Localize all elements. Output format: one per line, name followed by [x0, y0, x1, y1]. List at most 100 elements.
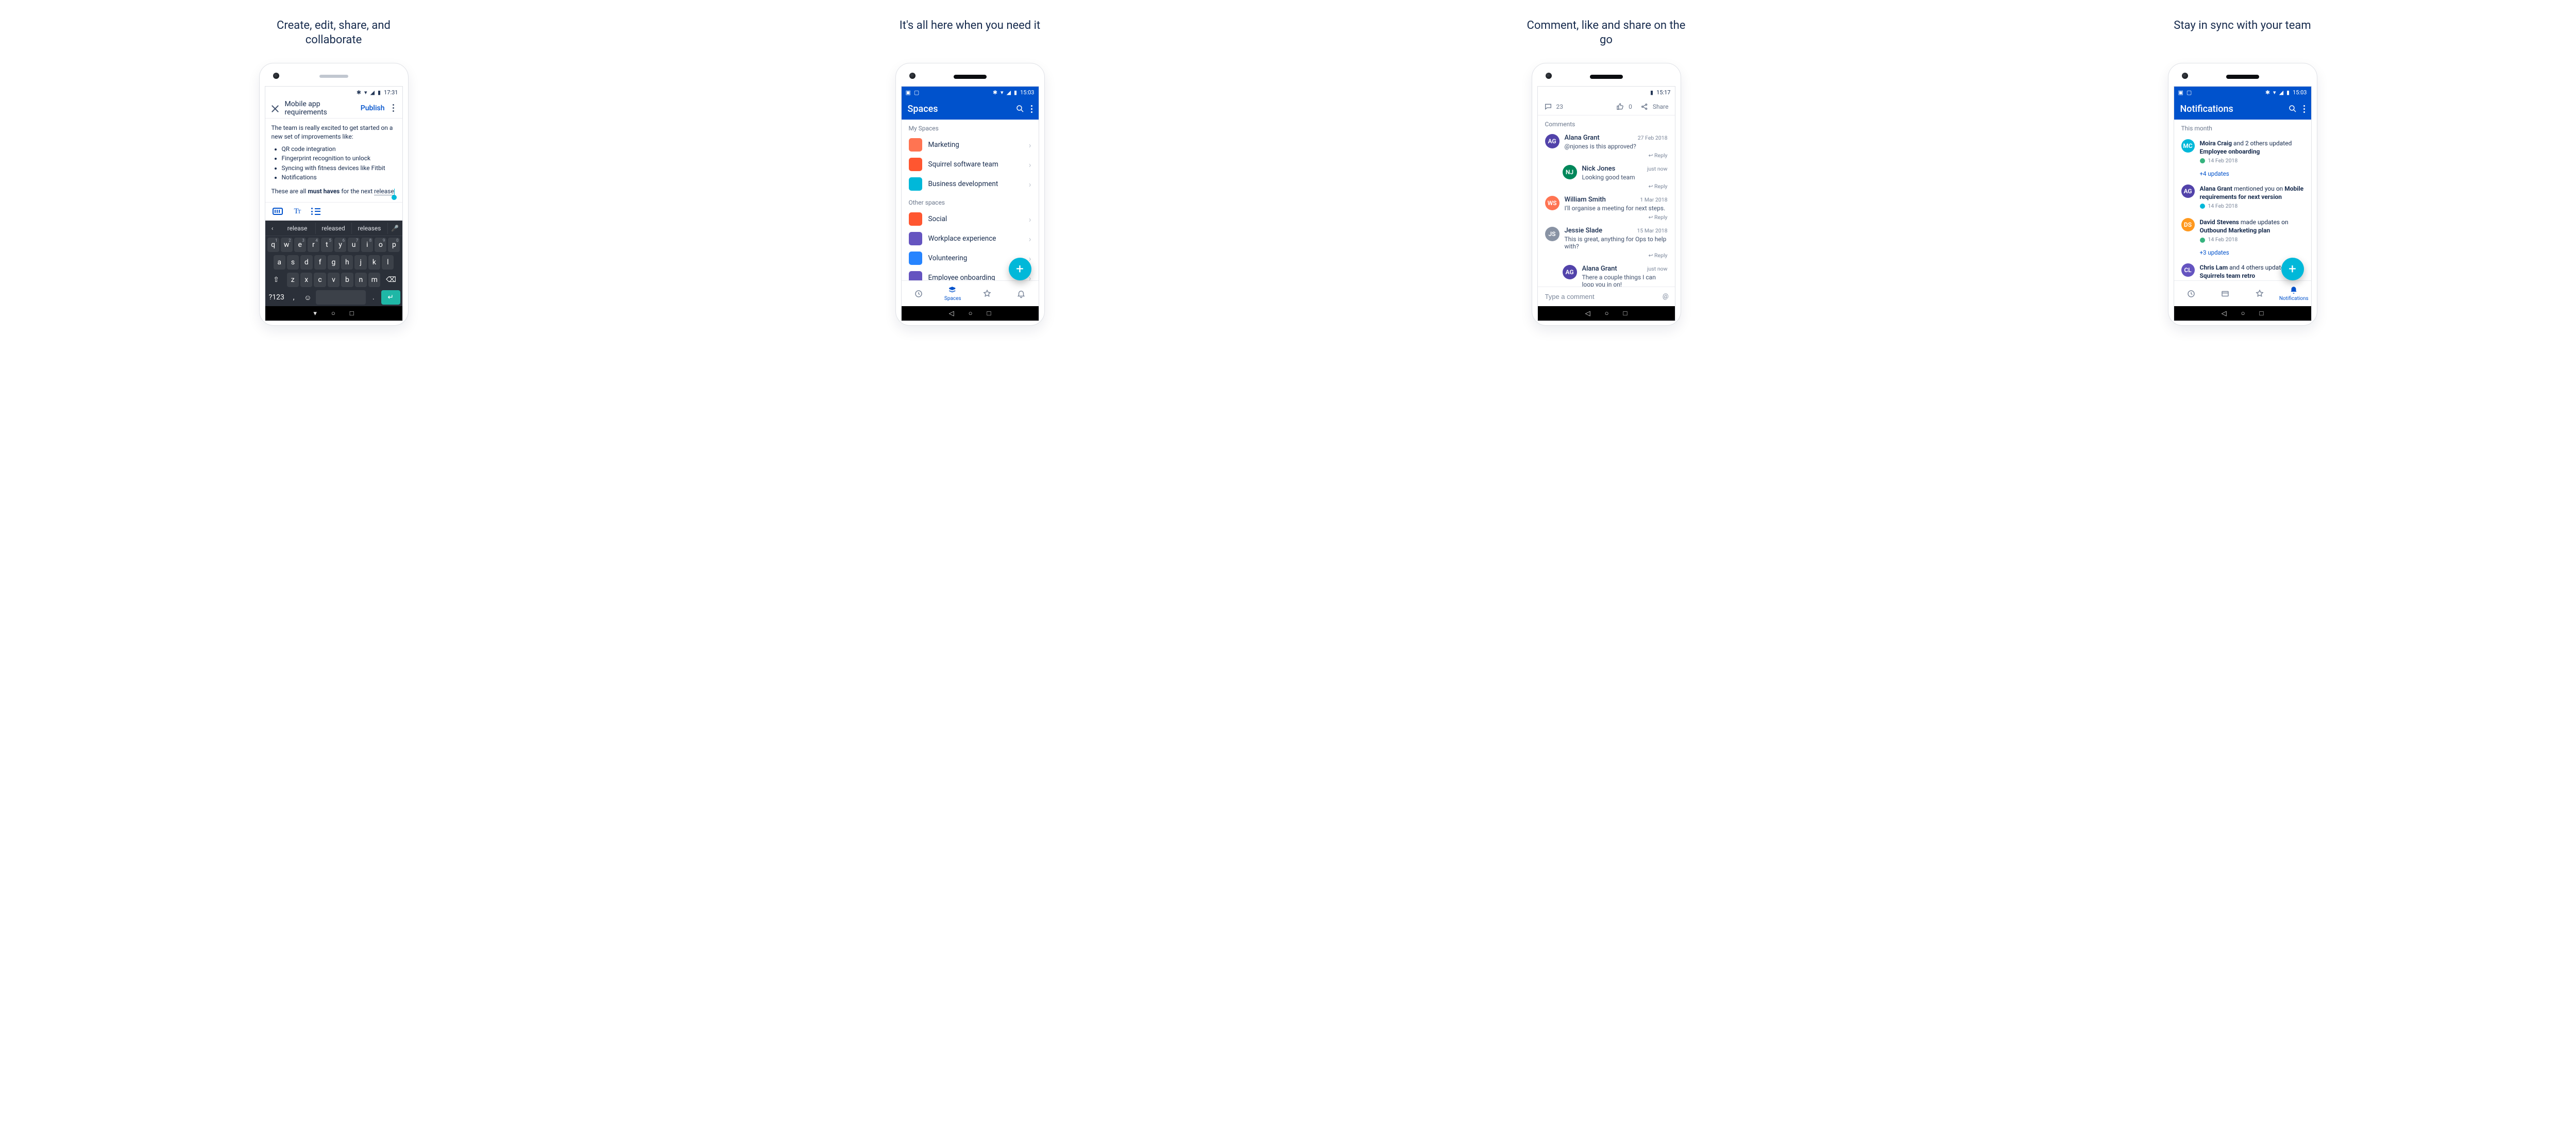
space-row[interactable]: Squirrel software team ›: [902, 155, 1039, 174]
share-icon[interactable]: [1640, 103, 1649, 111]
key-u[interactable]: u7: [348, 238, 360, 252]
kb-suggestion[interactable]: releases: [352, 223, 388, 234]
key-r[interactable]: r4: [308, 238, 319, 252]
nav-back-icon[interactable]: ▾: [313, 310, 317, 317]
soft-keyboard[interactable]: ‹ release released releases 🎤 q1w2e3r4t5…: [265, 221, 402, 306]
comment-input[interactable]: [1544, 292, 1657, 301]
key-c[interactable]: c: [314, 273, 326, 287]
space-row[interactable]: Workplace experience ›: [902, 229, 1039, 248]
key-m[interactable]: m: [368, 273, 380, 287]
key-n[interactable]: n: [355, 273, 367, 287]
close-icon[interactable]: [270, 104, 280, 113]
key-comma[interactable]: ,: [287, 290, 300, 305]
kb-suggestion[interactable]: released: [316, 223, 352, 234]
key-g[interactable]: g: [328, 255, 340, 270]
reply-button[interactable]: ↩ Reply: [1565, 214, 1668, 221]
key-q[interactable]: q1: [267, 238, 279, 252]
nav-recents-icon[interactable]: □: [1623, 309, 1628, 317]
tab-saved[interactable]: [970, 289, 1005, 298]
space-row[interactable]: Marketing ›: [902, 135, 1039, 155]
nav-back-icon[interactable]: ◁: [949, 310, 954, 317]
key-b[interactable]: b: [341, 273, 353, 287]
overflow-menu-icon[interactable]: [1031, 105, 1032, 113]
nav-recents-icon[interactable]: □: [350, 309, 354, 317]
key-d[interactable]: d: [300, 255, 312, 270]
keyboard-icon[interactable]: [273, 208, 283, 215]
tab-notifications[interactable]: [1004, 289, 1039, 298]
nav-home-icon[interactable]: ○: [2241, 309, 2245, 317]
spaces-list[interactable]: My Spaces Marketing › Squirrel software …: [902, 120, 1039, 280]
key-emoji[interactable]: ☺: [301, 290, 314, 305]
comment-item[interactable]: JS Jessie Slade 15 Mar 2018 This is grea…: [1538, 224, 1675, 262]
key-f[interactable]: f: [314, 255, 326, 270]
comment-list[interactable]: Comments AG Alana Grant 27 Feb 2018 @njo…: [1538, 115, 1675, 287]
nav-back-icon[interactable]: ◁: [2222, 310, 2227, 317]
mic-icon[interactable]: 🎤: [388, 225, 402, 232]
share-button[interactable]: Share: [1653, 103, 1669, 110]
create-fab[interactable]: +: [2281, 258, 2304, 280]
key-y[interactable]: y6: [334, 238, 346, 252]
key-e[interactable]: e3: [294, 238, 306, 252]
comment-item[interactable]: WS William Smith 1 Mar 2018 I'll organis…: [1538, 193, 1675, 224]
comment-item[interactable]: AG Alana Grant 27 Feb 2018 @njones is th…: [1538, 131, 1675, 162]
key-k[interactable]: k: [368, 255, 380, 270]
nav-home-icon[interactable]: ○: [969, 309, 973, 317]
tab-spaces[interactable]: Spaces: [936, 286, 970, 302]
comment-item[interactable]: AG Alana Grant just now There a couple t…: [1538, 262, 1675, 287]
key-w[interactable]: w2: [281, 238, 293, 252]
notification-item[interactable]: AG Alana Grant mentioned you on Mobile r…: [2174, 180, 2311, 214]
tab-recent[interactable]: [902, 289, 936, 298]
key-l[interactable]: l: [382, 255, 394, 270]
key-v[interactable]: v: [328, 273, 340, 287]
reply-button[interactable]: ↩ Reply: [1565, 152, 1668, 159]
mention-icon[interactable]: @: [1663, 293, 1669, 300]
nav-home-icon[interactable]: ○: [1605, 309, 1609, 317]
key-enter[interactable]: ↵: [381, 290, 400, 305]
key-a[interactable]: a: [274, 255, 285, 270]
space-row[interactable]: Business development ›: [902, 174, 1039, 194]
chevron-left-icon[interactable]: ‹: [265, 225, 280, 232]
space-row[interactable]: Social ›: [902, 209, 1039, 229]
key-z[interactable]: z: [287, 273, 299, 287]
nav-recents-icon[interactable]: □: [987, 309, 991, 317]
key-o[interactable]: o9: [375, 238, 386, 252]
reply-button[interactable]: ↩ Reply: [1565, 252, 1668, 259]
notification-item[interactable]: DS David Stevens made updates on Outboun…: [2174, 214, 2311, 248]
key-symbols[interactable]: ?123: [267, 290, 286, 305]
more-updates-link[interactable]: +4 updates: [2174, 169, 2311, 180]
list-icon[interactable]: [311, 208, 320, 215]
search-icon[interactable]: [1015, 104, 1025, 113]
tab-recent[interactable]: [2174, 289, 2209, 298]
key-backspace[interactable]: ⌫: [382, 273, 400, 287]
comment-item[interactable]: NJ Nick Jones just now Looking good team…: [1538, 162, 1675, 193]
nav-back-icon[interactable]: ◁: [1585, 310, 1590, 317]
like-icon[interactable]: [1616, 103, 1624, 111]
nav-home-icon[interactable]: ○: [331, 309, 335, 317]
document-body[interactable]: The team is really excited to get starte…: [265, 119, 402, 202]
key-s[interactable]: s: [287, 255, 299, 270]
key-h[interactable]: h: [341, 255, 353, 270]
nav-recents-icon[interactable]: □: [2260, 309, 2264, 317]
tab-saved[interactable]: [2243, 289, 2277, 298]
overflow-menu-icon[interactable]: [2303, 105, 2305, 113]
text-style-icon[interactable]: TT: [294, 207, 300, 216]
tab-notifications[interactable]: Notifications: [2277, 286, 2311, 302]
key-p[interactable]: p0: [388, 238, 400, 252]
kb-suggestion[interactable]: release: [280, 223, 316, 234]
key-i[interactable]: i8: [361, 238, 373, 252]
overflow-menu-icon[interactable]: [390, 104, 397, 112]
search-icon[interactable]: [2288, 104, 2297, 113]
key-t[interactable]: t5: [321, 238, 333, 252]
tab-spaces[interactable]: [2208, 289, 2243, 298]
key-space[interactable]: [316, 290, 366, 305]
notification-item[interactable]: MC Moira Craig and 2 others updated Empl…: [2174, 135, 2311, 169]
reply-button[interactable]: ↩ Reply: [1582, 183, 1668, 190]
key-j[interactable]: j: [354, 255, 366, 270]
create-fab[interactable]: +: [1009, 258, 1031, 280]
key-shift[interactable]: ⇧: [267, 273, 285, 287]
key-x[interactable]: x: [300, 273, 312, 287]
comments-icon[interactable]: [1544, 103, 1552, 111]
publish-button[interactable]: Publish: [361, 104, 385, 112]
notification-list[interactable]: This month MC Moira Craig and 2 others u…: [2174, 120, 2311, 280]
key-period[interactable]: .: [367, 290, 380, 305]
